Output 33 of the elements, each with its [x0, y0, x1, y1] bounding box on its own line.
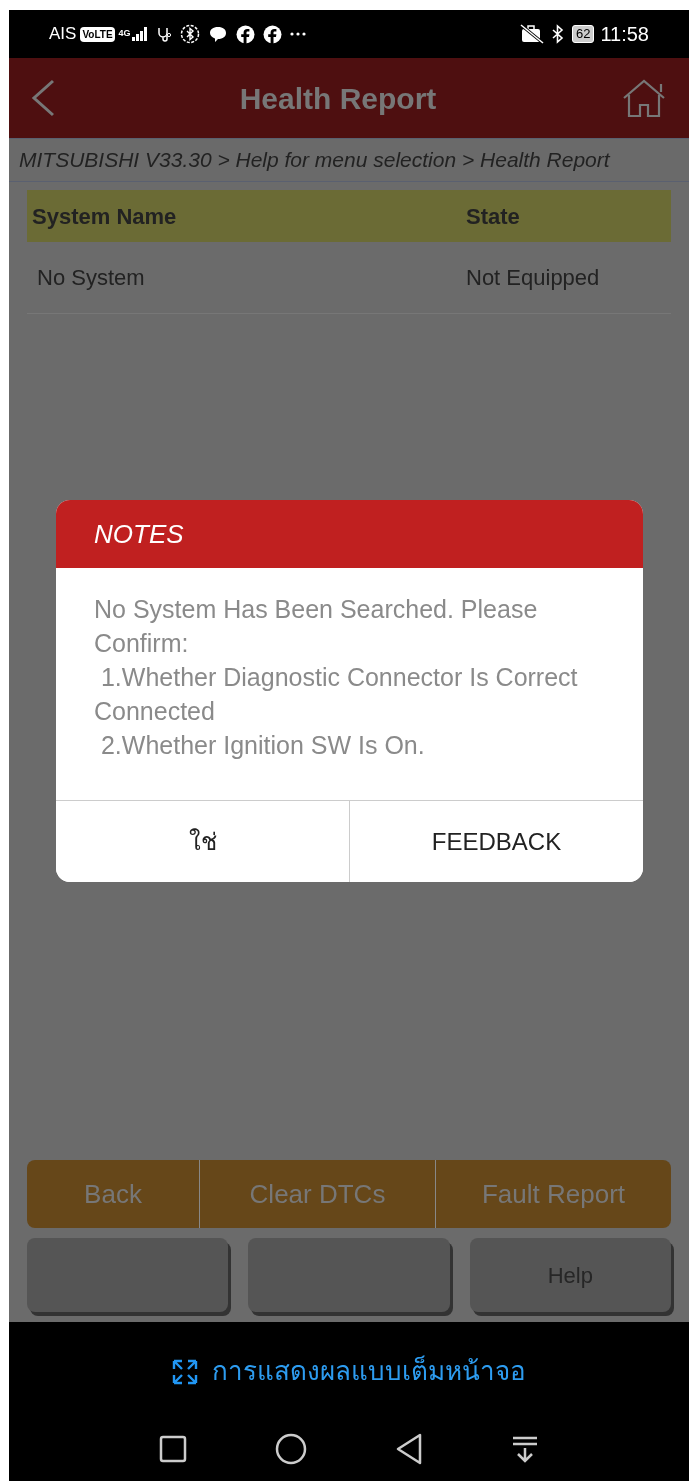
battery-icon: 62: [571, 25, 595, 43]
column-header: System Name: [32, 202, 178, 231]
dialog-message: No System Has Been Searched. Please Confirm: 1.Whether Diagnostic Connector Is Correct Connected 2.Whether Ignition SW Is On.: [93, 594, 579, 761]
home-circle-icon[interactable]: [275, 1433, 307, 1465]
notification-pull-icon[interactable]: [511, 1435, 539, 1463]
action-button[interactable]: Back: [27, 1160, 199, 1228]
breadcrumb: MITSUBISHI V33.30 > Help for menu selection > Health Report: [9, 138, 689, 182]
dialog-title: NOTES: [56, 500, 643, 568]
stethoscope-icon: [155, 26, 172, 42]
dialog-button[interactable]: FEEDBACK: [349, 801, 643, 882]
action-button[interactable]: Clear DTCs: [199, 1160, 435, 1228]
facebook-icon: [262, 24, 282, 44]
fullscreen-icon[interactable]: [172, 1358, 198, 1385]
action-button[interactable]: Fault Report: [435, 1160, 671, 1228]
clock-time: 11:58: [600, 22, 649, 47]
back-triangle-icon[interactable]: [395, 1433, 423, 1465]
table-cell-text: No System: [37, 264, 146, 292]
table-cell-text: Not Equipped: [466, 264, 601, 292]
more-icon: [289, 32, 306, 36]
recent-apps-icon[interactable]: [159, 1435, 187, 1463]
home-icon[interactable]: [621, 78, 667, 118]
page-title: Health Report: [238, 80, 438, 117]
bluetooth-icon: [551, 24, 564, 44]
bluetooth-circle-icon: [179, 24, 200, 44]
signal-icon: [131, 27, 148, 41]
no-sim-icon: [519, 24, 544, 44]
fullscreen-link[interactable]: การแสดงผลแบบเต็มหน้าจอ: [212, 1352, 526, 1391]
network-type: 4G: [118, 27, 131, 41]
carrier-name: AIS: [49, 23, 77, 46]
volte-badge: VoLTE: [80, 26, 115, 42]
column-header: State: [466, 202, 521, 231]
chat-bubble-icon: [207, 24, 228, 44]
facebook-icon: [235, 24, 255, 44]
